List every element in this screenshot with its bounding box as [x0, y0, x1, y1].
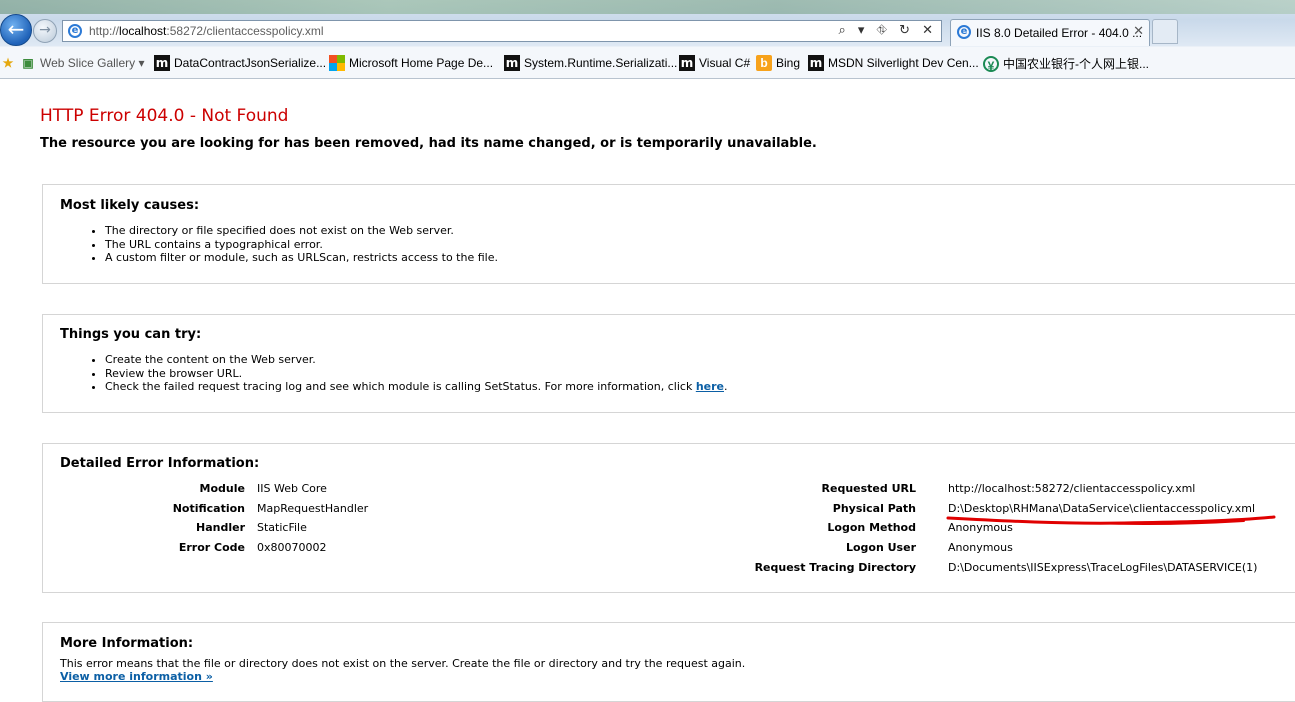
web-slice-icon: ▣	[22, 56, 34, 70]
favorite-label: Bing	[776, 56, 801, 70]
list-item: Create the content on the Web server.	[105, 353, 728, 367]
favorite-label: Microsoft Home Page De...	[349, 56, 494, 70]
causes-list: The directory or file specified does not…	[87, 224, 498, 265]
try-section: Things you can try: Create the content o…	[42, 314, 1295, 413]
error-page: HTTP Error 404.0 - Not Found The resourc…	[0, 79, 1295, 702]
msdn-m-icon: m	[154, 55, 170, 71]
url-path: :58272/clientaccesspolicy.xml	[166, 24, 324, 38]
detail-label-physical-path: Physical Path	[832, 501, 916, 515]
favorite-label: Visual C#	[699, 56, 751, 70]
favorite-web-slice-gallery[interactable]: ▣ Web Slice Gallery ▾	[20, 55, 145, 71]
arrow-left-icon: ←	[7, 17, 25, 41]
favorite-msdn-silverlight[interactable]: m MSDN Silverlight Dev Cen...	[808, 55, 979, 71]
ie-page-icon: e	[68, 24, 82, 38]
details-left-values: IIS Web Core MapRequestHandler StaticFil…	[257, 482, 368, 561]
favorite-bing[interactable]: b Bing	[756, 55, 800, 71]
detail-value-logon-method: Anonymous	[948, 521, 1013, 535]
causes-section: Most likely causes: The directory or fil…	[42, 184, 1295, 284]
detail-label-module: Module	[199, 482, 245, 495]
microsoft-logo-icon	[329, 55, 345, 71]
details-right-labels: Requested URL Physical Path Logon Method…	[755, 482, 916, 580]
tab-close-icon[interactable]: ✕	[1133, 24, 1144, 39]
url-scheme: http://	[89, 24, 120, 38]
favorite-label: System.Runtime.Serializati...	[524, 56, 678, 70]
detail-label-tracing-directory: Request Tracing Directory	[754, 560, 916, 574]
details-left-labels: Module Notification Handler Error Code	[173, 482, 245, 561]
address-url[interactable]: http://localhost:58272/clientaccesspolic…	[89, 24, 324, 38]
tab-title: IIS 8.0 Detailed Error - 404.0 ...	[976, 26, 1143, 40]
detail-value-tracing-directory: D:\Documents\IISExpress\TraceLogFiles\DA…	[948, 560, 1258, 574]
detailed-error-section: Detailed Error Information: Module Notif…	[42, 443, 1295, 593]
msdn-m-icon: m	[504, 55, 520, 71]
favorite-label: Web Slice Gallery ▾	[40, 56, 145, 70]
detail-value-module: IIS Web Core	[257, 482, 327, 495]
error-subtitle: The resource you are looking for has bee…	[40, 136, 817, 151]
detail-label-handler: Handler	[196, 521, 245, 535]
detail-label-error-code: Error Code	[178, 541, 245, 555]
favorite-label: 中国农业银行-个人网上银...	[1003, 57, 1149, 71]
forward-button[interactable]: →	[33, 19, 57, 43]
more-text: This error means that the file or direct…	[60, 657, 746, 670]
favorite-datacontract[interactable]: m DataContractJsonSerialize...	[154, 55, 326, 71]
list-item: The directory or file specified does not…	[105, 224, 498, 238]
abc-bank-icon: ¥	[983, 55, 999, 73]
try-list: Create the content on the Web server. Re…	[87, 353, 728, 394]
detail-value-requested-url: http://localhost:58272/clientaccesspolic…	[948, 482, 1196, 495]
bing-icon: b	[756, 55, 772, 71]
detail-value-notification: MapRequestHandler	[257, 501, 369, 515]
detail-label-logon-user: Logon User	[845, 541, 916, 555]
address-tools[interactable]: ⌕ ▾ ⛗ ↻ ✕	[838, 23, 937, 38]
causes-heading: Most likely causes:	[60, 198, 200, 213]
detail-value-physical-path: D:\Desktop\RHMana\DataService\clientacce…	[948, 501, 1256, 515]
favorite-label: DataContractJsonSerialize...	[174, 56, 327, 70]
error-title: HTTP Error 404.0 - Not Found	[40, 106, 289, 126]
list-item: The URL contains a typographical error.	[105, 238, 498, 252]
window-title-band	[0, 0, 1295, 14]
detail-value-logon-user: Anonymous	[948, 541, 1013, 555]
list-item-suffix: .	[724, 380, 728, 394]
detail-label-notification: Notification	[172, 501, 245, 515]
view-more-information-link[interactable]: View more information »	[60, 670, 213, 683]
ie-tab-icon: e	[957, 25, 971, 39]
favorites-star-icon: ★	[2, 56, 14, 70]
detail-label-logon-method: Logon Method	[827, 521, 916, 535]
detail-value-handler: StaticFile	[257, 521, 307, 535]
favorites-star-button[interactable]: ★	[0, 55, 20, 71]
favorites-bar: ★ ▣ Web Slice Gallery ▾ m DataContractJson…	[0, 49, 1295, 77]
browser-chrome: ← → e http://localhost:58272/clientacces…	[0, 0, 1295, 79]
try-heading: Things you can try:	[60, 327, 202, 342]
more-information-section: More Information: This error means that …	[42, 622, 1295, 702]
list-item: Check the failed request tracing log and…	[105, 380, 728, 394]
arrow-right-icon: →	[39, 22, 51, 38]
favorite-visual-csharp[interactable]: m Visual C#	[679, 55, 750, 71]
address-bar[interactable]: e http://localhost:58272/clientaccesspol…	[62, 20, 942, 42]
url-host: localhost	[119, 24, 167, 38]
list-item-text: Check the failed request tracing log and…	[105, 380, 696, 394]
new-tab-button[interactable]	[1152, 19, 1178, 44]
tab-iis-error[interactable]: e IIS 8.0 Detailed Error - 404.0 ... ✕	[950, 19, 1150, 46]
list-item: Review the browser URL.	[105, 367, 728, 381]
back-button[interactable]: ←	[0, 14, 32, 46]
here-link[interactable]: here	[696, 380, 724, 393]
details-right-values: http://localhost:58272/clientaccesspolic…	[948, 482, 1257, 580]
list-item: A custom filter or module, such as URLSc…	[105, 251, 498, 265]
favorite-label: MSDN Silverlight Dev Cen...	[828, 56, 979, 70]
favorite-microsoft-home[interactable]: Microsoft Home Page De...	[329, 55, 493, 71]
details-heading: Detailed Error Information:	[60, 456, 260, 471]
msdn-m-icon: m	[808, 55, 824, 71]
more-heading: More Information:	[60, 636, 194, 651]
favorite-abc-bank[interactable]: ¥ 中国农业银行-个人网上银...	[983, 55, 1149, 73]
detail-value-error-code: 0x80070002	[257, 541, 327, 555]
msdn-m-icon: m	[679, 55, 695, 71]
detail-label-requested-url: Requested URL	[821, 482, 916, 495]
favorite-system-runtime[interactable]: m System.Runtime.Serializati...	[504, 55, 677, 71]
